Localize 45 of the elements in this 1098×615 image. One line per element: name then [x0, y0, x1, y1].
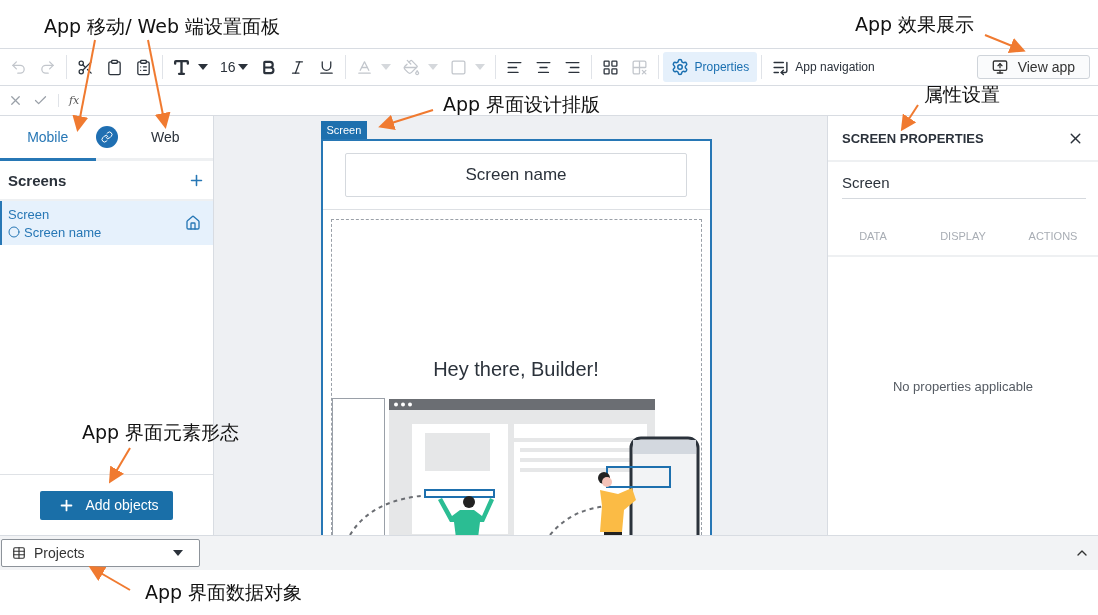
annotation-label: App 界面元素形态 [82, 420, 240, 445]
font-size-value[interactable]: 16 [220, 59, 236, 75]
annotation-arrow [88, 566, 131, 591]
fx-label: fx [58, 94, 80, 107]
settings-icon [670, 58, 689, 76]
annotation-arrow [378, 109, 434, 131]
circle-icon [8, 226, 20, 238]
grid-plus-icon[interactable] [601, 58, 619, 76]
view-app-button[interactable]: View app [976, 55, 1090, 79]
welcome-heading: Hey there, Builder! [432, 358, 600, 381]
annotation-arrow [900, 104, 919, 132]
web-tab[interactable]: Web [117, 116, 213, 161]
mobile-tab[interactable]: Mobile [0, 116, 96, 161]
clipboard-icon[interactable] [106, 58, 123, 76]
caret-icon[interactable] [237, 64, 248, 70]
monitor-icon [991, 59, 1008, 75]
annotation-label: App 移动/ Web 端设置面板 [44, 14, 281, 39]
screens-title: Screens [8, 171, 67, 189]
caret-icon[interactable] [198, 64, 208, 70]
screen-list-item[interactable]: Screen Screen name [0, 201, 213, 245]
link-icon[interactable] [95, 126, 118, 148]
text-icon[interactable] [172, 57, 191, 77]
annotation-label: App 界面数据对象 [145, 580, 303, 605]
name-field[interactable]: Screen [842, 174, 1086, 199]
home-icon[interactable] [185, 215, 201, 231]
underline-icon[interactable] [317, 58, 335, 76]
annotation-label: App 效果展示 [855, 12, 975, 37]
annotation-arrow [984, 34, 1026, 53]
screen-title: Screen [8, 206, 51, 222]
table-icon [12, 546, 26, 560]
app-navigation-button[interactable]: App navigation [766, 52, 881, 82]
screen-name-header[interactable]: Screen name [345, 153, 687, 197]
empty-message: No properties applicable [892, 378, 1034, 394]
paste-icon[interactable] [135, 58, 152, 76]
screen-name: Screen name [24, 224, 102, 240]
annotation-label: 属性设置 [924, 82, 1000, 107]
screen-tag: Screen [320, 121, 368, 139]
table-dropdown[interactable]: Projects [1, 539, 200, 567]
caret-icon [173, 550, 183, 556]
scissors-icon[interactable] [77, 58, 94, 76]
properties-button[interactable]: Properties [662, 52, 758, 82]
annotation-label: App 界面设计排版 [443, 92, 601, 117]
panel-title: SCREEN PROPERTIES [842, 130, 984, 146]
annotation-arrow [108, 447, 131, 484]
add-objects-button[interactable]: Add objects [40, 490, 173, 520]
